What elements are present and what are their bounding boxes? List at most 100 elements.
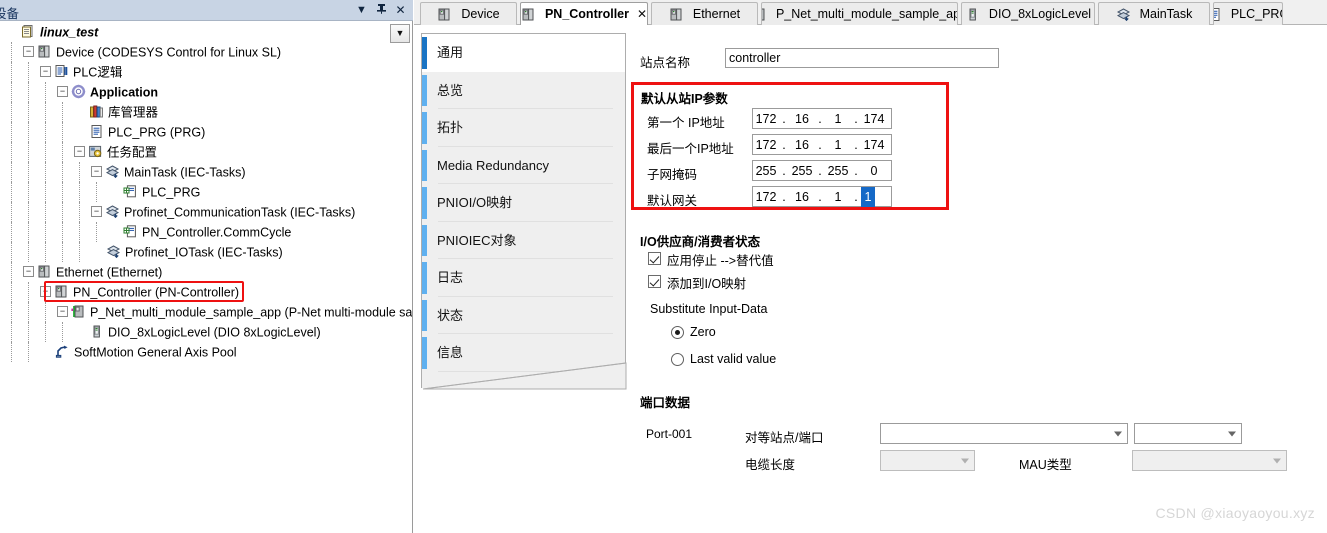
tree-item-label: linux_test: [40, 25, 99, 40]
cable-length-combo[interactable]: [880, 450, 975, 471]
editor-tab-dio-8xlogiclevel[interactable]: DIO_8xLogicLevel: [961, 2, 1095, 25]
editor-category-tabs[interactable]: 通用 总览 拓扑 Media Redundancy PNIOI/O映射 PNIOIEC对象…: [421, 33, 626, 391]
tree-item[interactable]: − Device (CODESYS Control for Linux SL): [0, 42, 412, 62]
add-to-io-mapping-label: 添加到I/O映射: [667, 277, 747, 291]
editor-tab-pn-controller[interactable]: PN_Controller ✕: [520, 2, 648, 25]
ip-octet[interactable]: 255: [789, 161, 815, 181]
category-tab-8[interactable]: 信息: [422, 334, 625, 372]
tree-item-label: PN_Controller (PN-Controller): [73, 285, 240, 300]
tree-item[interactable]: 库管理器: [0, 102, 412, 122]
editor-tab-device[interactable]: Device: [420, 2, 517, 25]
panel-menu-dropdown-icon[interactable]: ▼: [354, 3, 369, 18]
tree-expander-icon[interactable]: −: [40, 66, 51, 78]
peer-port-combo[interactable]: [1134, 423, 1242, 444]
app-stop-substitute-checkbox[interactable]: [648, 252, 661, 265]
substitute-zero-radio[interactable]: [671, 326, 684, 339]
tree-item[interactable]: − Ethernet (Ethernet): [0, 262, 412, 282]
task-icon-glyph: [106, 245, 121, 259]
ip-octet[interactable]: 174: [861, 135, 887, 155]
category-tab-label: Media Redundancy: [437, 157, 550, 173]
panel-pin-icon[interactable]: [374, 3, 389, 18]
tree-item[interactable]: linux_test: [0, 22, 412, 42]
tree-item[interactable]: PLC_PRG: [0, 182, 412, 202]
pou-call-icon: [123, 184, 138, 199]
task-config-icon-glyph: [89, 146, 102, 158]
tree-expander-icon[interactable]: −: [23, 46, 34, 58]
tree-item[interactable]: − P_Net_multi_module_sample_app (P-Net mu…: [0, 302, 412, 322]
ip-dot: .: [782, 137, 786, 152]
category-tab-2[interactable]: 拓扑: [422, 109, 625, 147]
ip-octet[interactable]: 1: [825, 187, 851, 207]
default-gateway-input[interactable]: 172. 16. 1. 1: [752, 186, 892, 207]
device-tree[interactable]: linux_test − Device (CODESYS Control for L…: [0, 22, 412, 533]
tree-item[interactable]: SoftMotion General Axis Pool: [0, 342, 412, 362]
tree-expander-icon[interactable]: −: [91, 166, 102, 178]
category-tab-7[interactable]: 状态: [422, 297, 625, 334]
ip-octet[interactable]: 172: [753, 135, 779, 155]
editor-tab-close-icon[interactable]: ✕: [637, 4, 647, 25]
last-ip-input[interactable]: 172. 16. 1. 174: [752, 134, 892, 155]
tree-expander-icon[interactable]: −: [74, 146, 85, 158]
tree-item[interactable]: PLC_PRG (PRG): [0, 122, 412, 142]
plc-logic-icon: [54, 64, 69, 79]
first-ip-input[interactable]: 172. 16. 1. 174: [752, 108, 892, 129]
peer-station-combo[interactable]: [880, 423, 1128, 444]
tree-item-label: 任务配置: [107, 145, 158, 160]
station-name-input[interactable]: controller: [725, 48, 999, 68]
category-tab-5[interactable]: PNIOIEC对象: [422, 222, 625, 259]
ip-octet[interactable]: 174: [861, 109, 887, 129]
category-tab-3[interactable]: Media Redundancy: [422, 147, 625, 184]
category-accent-bar: [422, 74, 427, 106]
subnet-mask-input[interactable]: 255. 255. 255. 0: [752, 160, 892, 181]
add-to-io-mapping-checkbox[interactable]: [648, 275, 661, 288]
ip-octet[interactable]: 172: [753, 187, 779, 207]
category-tab-label: 信息: [437, 345, 464, 360]
tree-item[interactable]: − 任务配置: [0, 142, 412, 162]
default-slave-ip-params-title: 默认从站IP参数: [641, 92, 728, 106]
editor-tab-bar[interactable]: Device PN_Controller ✕ Ethernet P_Net_multi_…: [414, 0, 1327, 25]
ip-octet[interactable]: 1: [825, 135, 851, 155]
category-tab-6[interactable]: 日志: [422, 259, 625, 297]
substitute-last-valid-radio[interactable]: [671, 353, 684, 366]
tree-item[interactable]: − MainTask (IEC-Tasks): [0, 162, 412, 182]
editor-tab-label: MainTask: [1139, 6, 1193, 21]
editor-tab-maintask[interactable]: MainTask: [1098, 2, 1210, 25]
editor-tab-plc-prg[interactable]: PLC_PRG: [1213, 2, 1283, 25]
panel-close-icon[interactable]: ✕: [393, 3, 408, 18]
cable-length-label: 电缆长度: [745, 458, 796, 472]
tree-item[interactable]: − Profinet_CommunicationTask (IEC-Tasks): [0, 202, 412, 222]
tree-item[interactable]: − PN_Controller (PN-Controller): [0, 282, 412, 302]
device-icon: [521, 7, 536, 22]
ip-octet[interactable]: 1: [825, 109, 851, 129]
ip-octet[interactable]: 255: [753, 161, 779, 181]
tree-expander-icon[interactable]: −: [57, 306, 68, 318]
ip-octet[interactable]: 1: [861, 186, 875, 207]
tree-item[interactable]: − PLC逻辑: [0, 62, 412, 82]
tree-item[interactable]: − Application: [0, 82, 412, 102]
application-icon-glyph: [71, 85, 86, 99]
tree-expander-icon[interactable]: −: [40, 286, 51, 298]
tree-expander-icon[interactable]: −: [23, 266, 34, 278]
ip-octet[interactable]: 16: [789, 109, 815, 129]
ip-octet[interactable]: 16: [789, 187, 815, 207]
device-panel-title: 设备: [0, 7, 20, 21]
ip-octet[interactable]: 255: [825, 161, 851, 181]
ip-dot: .: [854, 163, 858, 178]
tree-expander-icon[interactable]: −: [91, 206, 102, 218]
editor-tab-ethernet[interactable]: Ethernet: [651, 2, 758, 25]
ip-octet[interactable]: 172: [753, 109, 779, 129]
category-tab-1[interactable]: 总览: [422, 72, 625, 109]
category-accent-bar: [422, 112, 427, 144]
tree-item-label: PLC_PRG: [142, 185, 201, 200]
tree-expander-icon[interactable]: −: [57, 86, 68, 98]
tree-item[interactable]: DIO_8xLogicLevel (DIO 8xLogicLevel): [0, 322, 412, 342]
category-accent-bar: [422, 149, 427, 181]
tree-item[interactable]: PN_Controller.CommCycle: [0, 222, 412, 242]
category-tab-0[interactable]: 通用: [422, 34, 625, 72]
mau-type-combo[interactable]: [1132, 450, 1287, 471]
ip-octet[interactable]: 0: [861, 161, 887, 181]
tree-item[interactable]: Profinet_IOTask (IEC-Tasks): [0, 242, 412, 262]
ip-octet[interactable]: 16: [789, 135, 815, 155]
editor-tab-p-net-multi-module-sample-app[interactable]: P_Net_multi_module_sample_app: [761, 2, 958, 25]
category-tab-4[interactable]: PNIOI/O映射: [422, 184, 625, 222]
